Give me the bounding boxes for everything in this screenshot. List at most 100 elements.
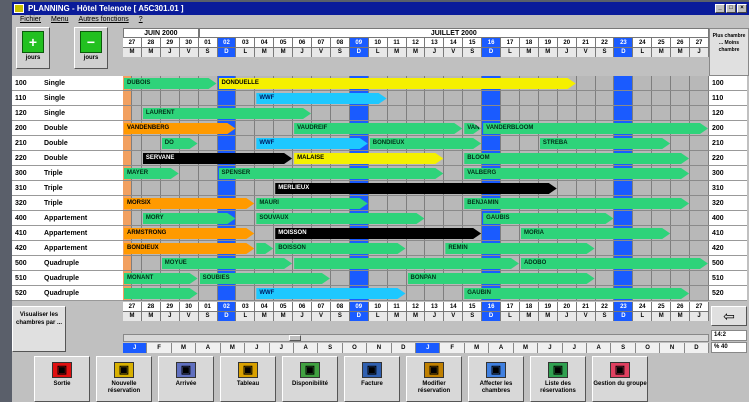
month-strip-item[interactable]: A	[196, 343, 221, 353]
month-strip-item[interactable]: M	[220, 343, 246, 353]
bottom-button-6[interactable]: ▣ Facture	[344, 356, 400, 402]
menu-fichier[interactable]: Fichier	[20, 15, 41, 25]
room-label[interactable]: 510 Quadruple	[12, 271, 123, 286]
month-strip-item[interactable]: J	[123, 343, 148, 353]
room-label[interactable]: 210 Double	[12, 136, 123, 151]
booking-bar[interactable]: MORIA	[521, 228, 670, 239]
month-strip-item[interactable]: A	[587, 343, 612, 353]
booking-bar[interactable]: WWF	[256, 93, 386, 104]
month-strip-item[interactable]: D	[684, 343, 710, 353]
horizontal-scrollbar[interactable]	[123, 334, 709, 342]
bottom-button-2[interactable]: ▣ Nouvelle réservation	[96, 356, 152, 402]
room-label[interactable]: 410 Appartement	[12, 226, 123, 241]
room-label[interactable]: 520 Quadruple	[12, 286, 123, 301]
bottom-button-4[interactable]: ▣ Tableau	[220, 356, 276, 402]
menu-help[interactable]: ?	[139, 15, 143, 25]
room-label[interactable]: 320 Triple	[12, 196, 123, 211]
bottom-button-7[interactable]: ▣ Modifier réservation	[406, 356, 462, 402]
booking-bar[interactable]: ADOBO	[521, 258, 708, 269]
bottom-button-9[interactable]: ▣ Liste des réservations	[530, 356, 586, 402]
booking-bar[interactable]: BLOOM	[464, 153, 689, 164]
room-label[interactable]: 120 Single	[12, 106, 123, 121]
month-strip-item[interactable]: N	[660, 343, 685, 353]
booking-bar[interactable]: VALBERG	[464, 168, 689, 179]
month-strip-item[interactable]: J	[538, 343, 563, 353]
room-label[interactable]: 310 Triple	[12, 181, 123, 196]
booking-bar[interactable]: SERVANE	[143, 153, 292, 164]
booking-bar[interactable]: BONDIEUX	[124, 243, 254, 254]
booking-bar[interactable]: SOUVAUX	[256, 213, 424, 224]
month-strip-item[interactable]: J	[269, 343, 294, 353]
booking-bar[interactable]: MOISSON	[275, 228, 481, 239]
booking-bar[interactable]: VANDERBLOOM	[483, 123, 708, 134]
bottom-button-5[interactable]: ▣ Disponibilité	[282, 356, 338, 402]
booking-bar[interactable]: GAUBIS	[483, 213, 613, 224]
booking-bar[interactable]: DONDUELLE	[219, 78, 576, 89]
month-strip-item[interactable]: N	[367, 343, 392, 353]
menu-menu[interactable]: Menu	[51, 15, 69, 25]
booking-bar[interactable]: MERLIEUX	[275, 183, 557, 194]
month-strip-item[interactable]: M	[513, 343, 539, 353]
month-strip-item[interactable]: J	[245, 343, 270, 353]
visualize-rooms-button[interactable]: Visualiser les chambres par ...	[12, 306, 66, 352]
percent-field[interactable]: % 40	[711, 342, 747, 353]
booking-bar[interactable]: WWF	[256, 288, 405, 299]
booking-bar[interactable]: ARMSTRONG	[124, 228, 254, 239]
room-label[interactable]: 220 Double	[12, 151, 123, 166]
booking-bar[interactable]: MAYER	[124, 168, 179, 179]
menu-autres[interactable]: Autres fonctions	[79, 15, 129, 25]
booking-bar[interactable]: MALAISE	[294, 153, 443, 164]
booking-bar[interactable]: MORSIX	[124, 198, 254, 209]
booking-bar[interactable]: BONDIEUX	[370, 138, 481, 149]
maximize-button[interactable]: □	[726, 4, 736, 13]
booking-bar[interactable]: BENJAMIN	[464, 198, 689, 209]
minimize-button[interactable]: _	[715, 4, 725, 13]
booking-bar[interactable]: DUBOIS	[124, 78, 217, 89]
zoom-field[interactable]: 14:2	[711, 330, 747, 341]
close-button[interactable]: ×	[737, 4, 747, 13]
booking-bar[interactable]: SPENSER	[219, 168, 444, 179]
booking-bar[interactable]	[124, 288, 198, 299]
room-label[interactable]: 300 Triple	[12, 166, 123, 181]
booking-bar[interactable]: VAUDREIF	[294, 123, 462, 134]
month-strip-item[interactable]: J	[562, 343, 588, 353]
remove-days-button[interactable]: − jours	[74, 27, 108, 69]
booking-bar[interactable]: LAURENT	[143, 108, 311, 119]
month-strip-item[interactable]: O	[635, 343, 661, 353]
month-strip-item[interactable]: M	[171, 343, 197, 353]
month-strip-item[interactable]: F	[440, 343, 465, 353]
month-strip-item[interactable]: S	[318, 343, 343, 353]
booking-bar[interactable]: MOYUE	[162, 258, 292, 269]
room-label[interactable]: 400 Appartement	[12, 211, 123, 226]
month-strip-item[interactable]: A	[293, 343, 319, 353]
month-strip-item[interactable]: D	[391, 343, 417, 353]
scroll-thumb[interactable]	[289, 335, 301, 341]
booking-bar[interactable]: WWF	[256, 138, 367, 149]
booking-bar[interactable]: BONPAN	[408, 273, 595, 284]
rooms-more-less[interactable]: Plus chambre ... Moins chambre	[709, 28, 749, 76]
booking-bar[interactable]: MORY	[143, 213, 236, 224]
month-strip-item[interactable]: A	[489, 343, 514, 353]
booking-bar[interactable]: STREBA	[540, 138, 670, 149]
booking-bar[interactable]: GAUBIN	[464, 288, 689, 299]
bottom-button-3[interactable]: ▣ Arrivée	[158, 356, 214, 402]
room-label[interactable]: 200 Double	[12, 121, 123, 136]
back-arrow-button[interactable]: ⇦	[711, 306, 747, 326]
booking-bar[interactable]	[294, 258, 519, 269]
bottom-button-1[interactable]: ▣ Sortie	[34, 356, 90, 402]
booking-bar[interactable]: BOISSON	[275, 243, 405, 254]
bottom-button-10[interactable]: ▣ Gestion du groupe	[592, 356, 648, 402]
booking-bar[interactable]: REMIN	[445, 243, 594, 254]
month-strip-item[interactable]: M	[464, 343, 490, 353]
room-label[interactable]: 420 Appartement	[12, 241, 123, 256]
add-days-button[interactable]: + jours	[16, 27, 50, 69]
booking-bar[interactable]: VANDENBERG	[124, 123, 235, 134]
bottom-button-8[interactable]: ▣ Affecter les chambres	[468, 356, 524, 402]
room-label[interactable]: 500 Quadruple	[12, 256, 123, 271]
booking-bar[interactable]: MAURI	[256, 198, 367, 209]
month-strip-item[interactable]: F	[147, 343, 172, 353]
booking-bar[interactable]: MONANT	[124, 273, 198, 284]
room-label[interactable]: 110 Single	[12, 91, 123, 106]
booking-bar[interactable]: SOUBIES	[200, 273, 330, 284]
month-strip-item[interactable]: O	[342, 343, 368, 353]
